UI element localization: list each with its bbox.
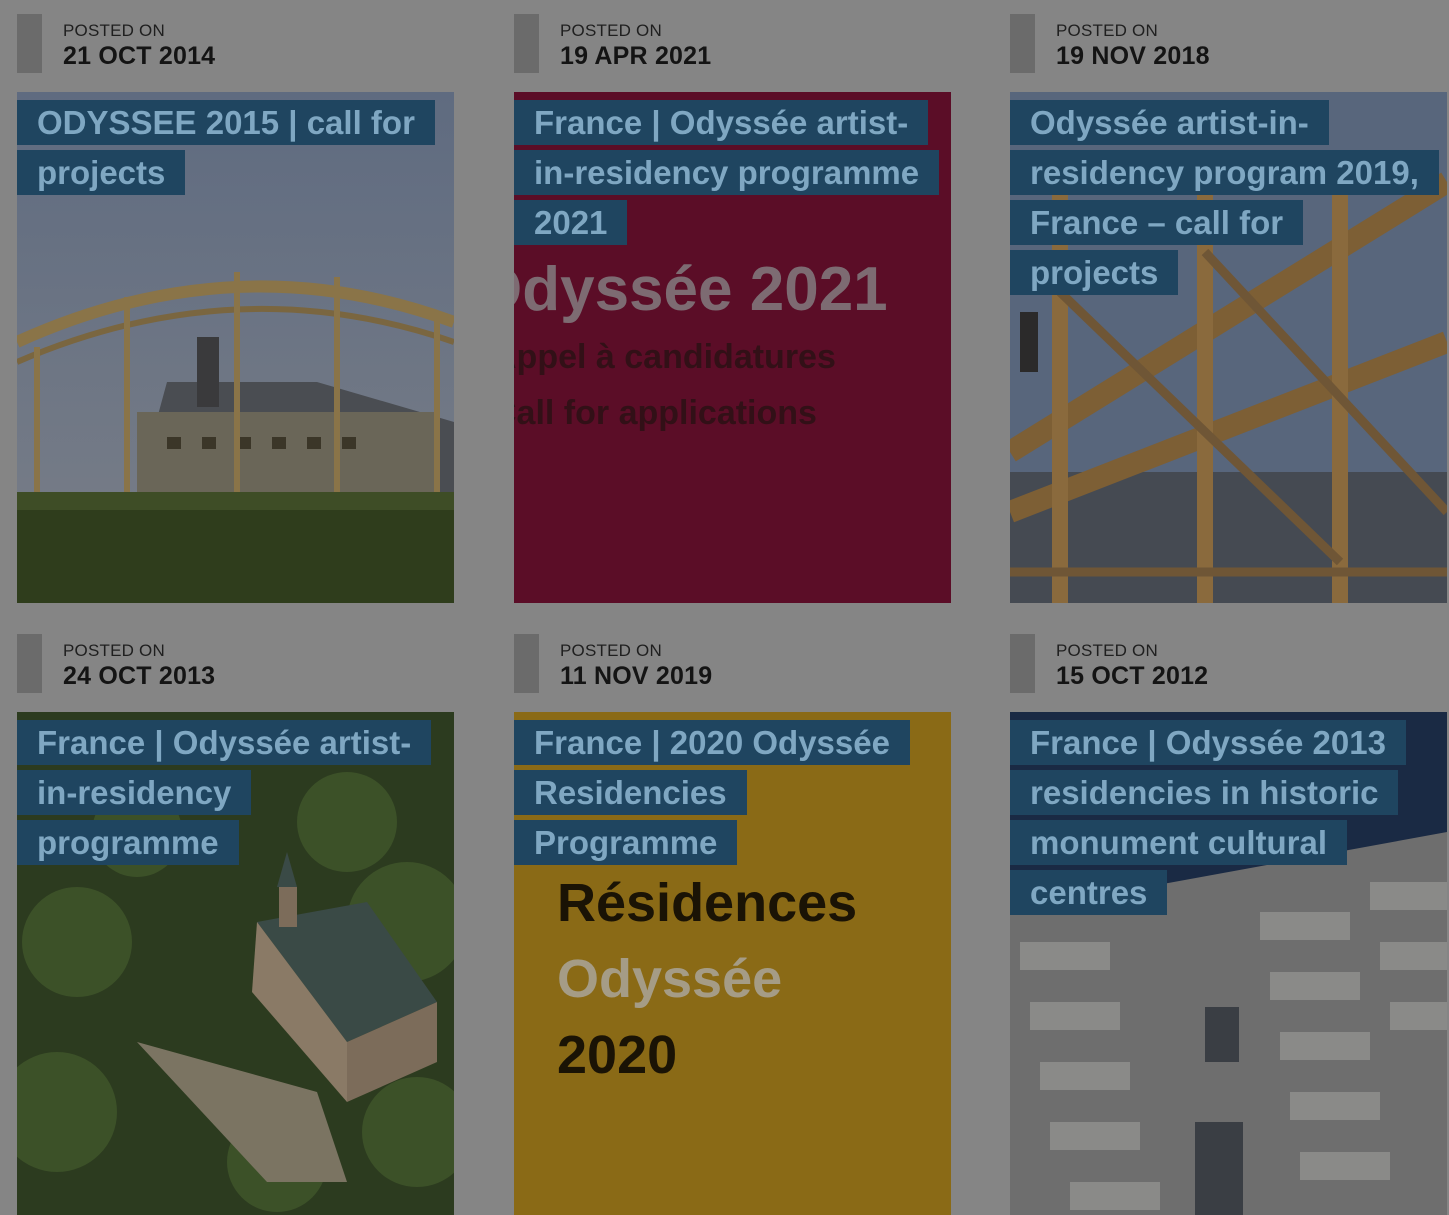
- post-date: POSTED ON 15 OCT 2012: [1010, 634, 1447, 694]
- post-thumbnail[interactable]: Résidences Odyssée 2020 France | 2020 Od…: [514, 712, 951, 1215]
- post-title[interactable]: France | Odyssée 2013 residencies in his…: [1010, 718, 1430, 918]
- post-thumbnail[interactable]: Odyssée artist-in-residency program 2019…: [1010, 92, 1447, 603]
- post-thumbnail[interactable]: France | Odyssée artist-in-residency pro…: [17, 712, 454, 1215]
- date-accent-bar: [514, 634, 539, 693]
- post-card[interactable]: POSTED ON 19 NOV 2018 Odyssée artist-in-…: [1010, 14, 1447, 603]
- post-date-value: 19 APR 2021: [560, 42, 712, 70]
- poster-heading: Résidences: [557, 873, 858, 933]
- post-date: POSTED ON 19 NOV 2018: [1010, 14, 1447, 74]
- post-title-text[interactable]: ODYSSEE 2015 | call for projects: [17, 100, 435, 195]
- post-date-value: 11 NOV 2019: [560, 662, 713, 690]
- posted-on-label: POSTED ON: [560, 21, 662, 40]
- post-card[interactable]: POSTED ON 19 APR 2021 Odyssée 2021 Appel…: [514, 14, 951, 603]
- post-thumbnail[interactable]: France | Odyssée 2013 residencies in his…: [1010, 712, 1447, 1215]
- post-card[interactable]: POSTED ON 11 NOV 2019 Résidences Odyssée…: [514, 634, 951, 1215]
- poster-heading: Odyssée 2021: [514, 255, 888, 324]
- poster-year: 2020: [557, 1025, 678, 1085]
- post-title[interactable]: France | 2020 Odyssée Residencies Progra…: [514, 718, 934, 868]
- post-thumbnail[interactable]: ODYSSEE 2015 | call for projects: [17, 92, 454, 603]
- poster-line-english: Call for applications: [514, 394, 817, 432]
- post-date: POSTED ON 24 OCT 2013: [17, 634, 454, 694]
- posted-on-label: POSTED ON: [63, 21, 165, 40]
- post-card[interactable]: POSTED ON 15 OCT 2012 France | Odyssée 2…: [1010, 634, 1447, 1215]
- post-date: POSTED ON 11 NOV 2019: [514, 634, 951, 694]
- post-title[interactable]: France | Odyssée artist-in-residency pro…: [17, 718, 437, 868]
- post-date-value: 21 OCT 2014: [63, 42, 216, 70]
- post-card[interactable]: POSTED ON 24 OCT 2013 France | Odyssée a…: [17, 634, 454, 1215]
- date-accent-bar: [1010, 634, 1035, 693]
- post-date: POSTED ON 21 OCT 2014: [17, 14, 454, 74]
- post-title-text[interactable]: France | 2020 Odyssée Residencies Progra…: [514, 720, 910, 865]
- posted-on-label: POSTED ON: [63, 641, 165, 660]
- post-date-value: 19 NOV 2018: [1056, 42, 1210, 70]
- post-date-value: 15 OCT 2012: [1056, 662, 1209, 690]
- post-title[interactable]: France | Odyssée artist-in-residency pro…: [514, 98, 940, 248]
- post-title-text[interactable]: France | Odyssée 2013 residencies in his…: [1010, 720, 1406, 915]
- date-accent-bar: [17, 14, 42, 73]
- poster-subheading: Odyssée: [557, 949, 783, 1009]
- poster-line-french: Appel à candidatures: [514, 338, 836, 376]
- post-thumbnail[interactable]: Odyssée 2021 Appel à candidatures Call f…: [514, 92, 951, 603]
- post-card[interactable]: POSTED ON 21 OCT 2014 ODYSSEE 2015 | cal…: [17, 14, 454, 603]
- post-title[interactable]: Odyssée artist-in-residency program 2019…: [1010, 98, 1439, 298]
- post-date-value: 24 OCT 2013: [63, 662, 216, 690]
- posted-on-label: POSTED ON: [1056, 21, 1158, 40]
- date-accent-bar: [1010, 14, 1035, 73]
- post-title-text[interactable]: France | Odyssée artist-in-residency pro…: [17, 720, 432, 865]
- date-accent-bar: [17, 634, 42, 693]
- date-accent-bar: [514, 14, 539, 73]
- post-title-text[interactable]: France | Odyssée artist-in-residency pro…: [514, 100, 940, 245]
- post-title[interactable]: ODYSSEE 2015 | call for projects: [17, 98, 437, 198]
- post-date: POSTED ON 19 APR 2021: [514, 14, 951, 74]
- posted-on-label: POSTED ON: [560, 641, 662, 660]
- posted-on-label: POSTED ON: [1056, 641, 1158, 660]
- post-title-text[interactable]: Odyssée artist-in-residency program 2019…: [1010, 100, 1439, 295]
